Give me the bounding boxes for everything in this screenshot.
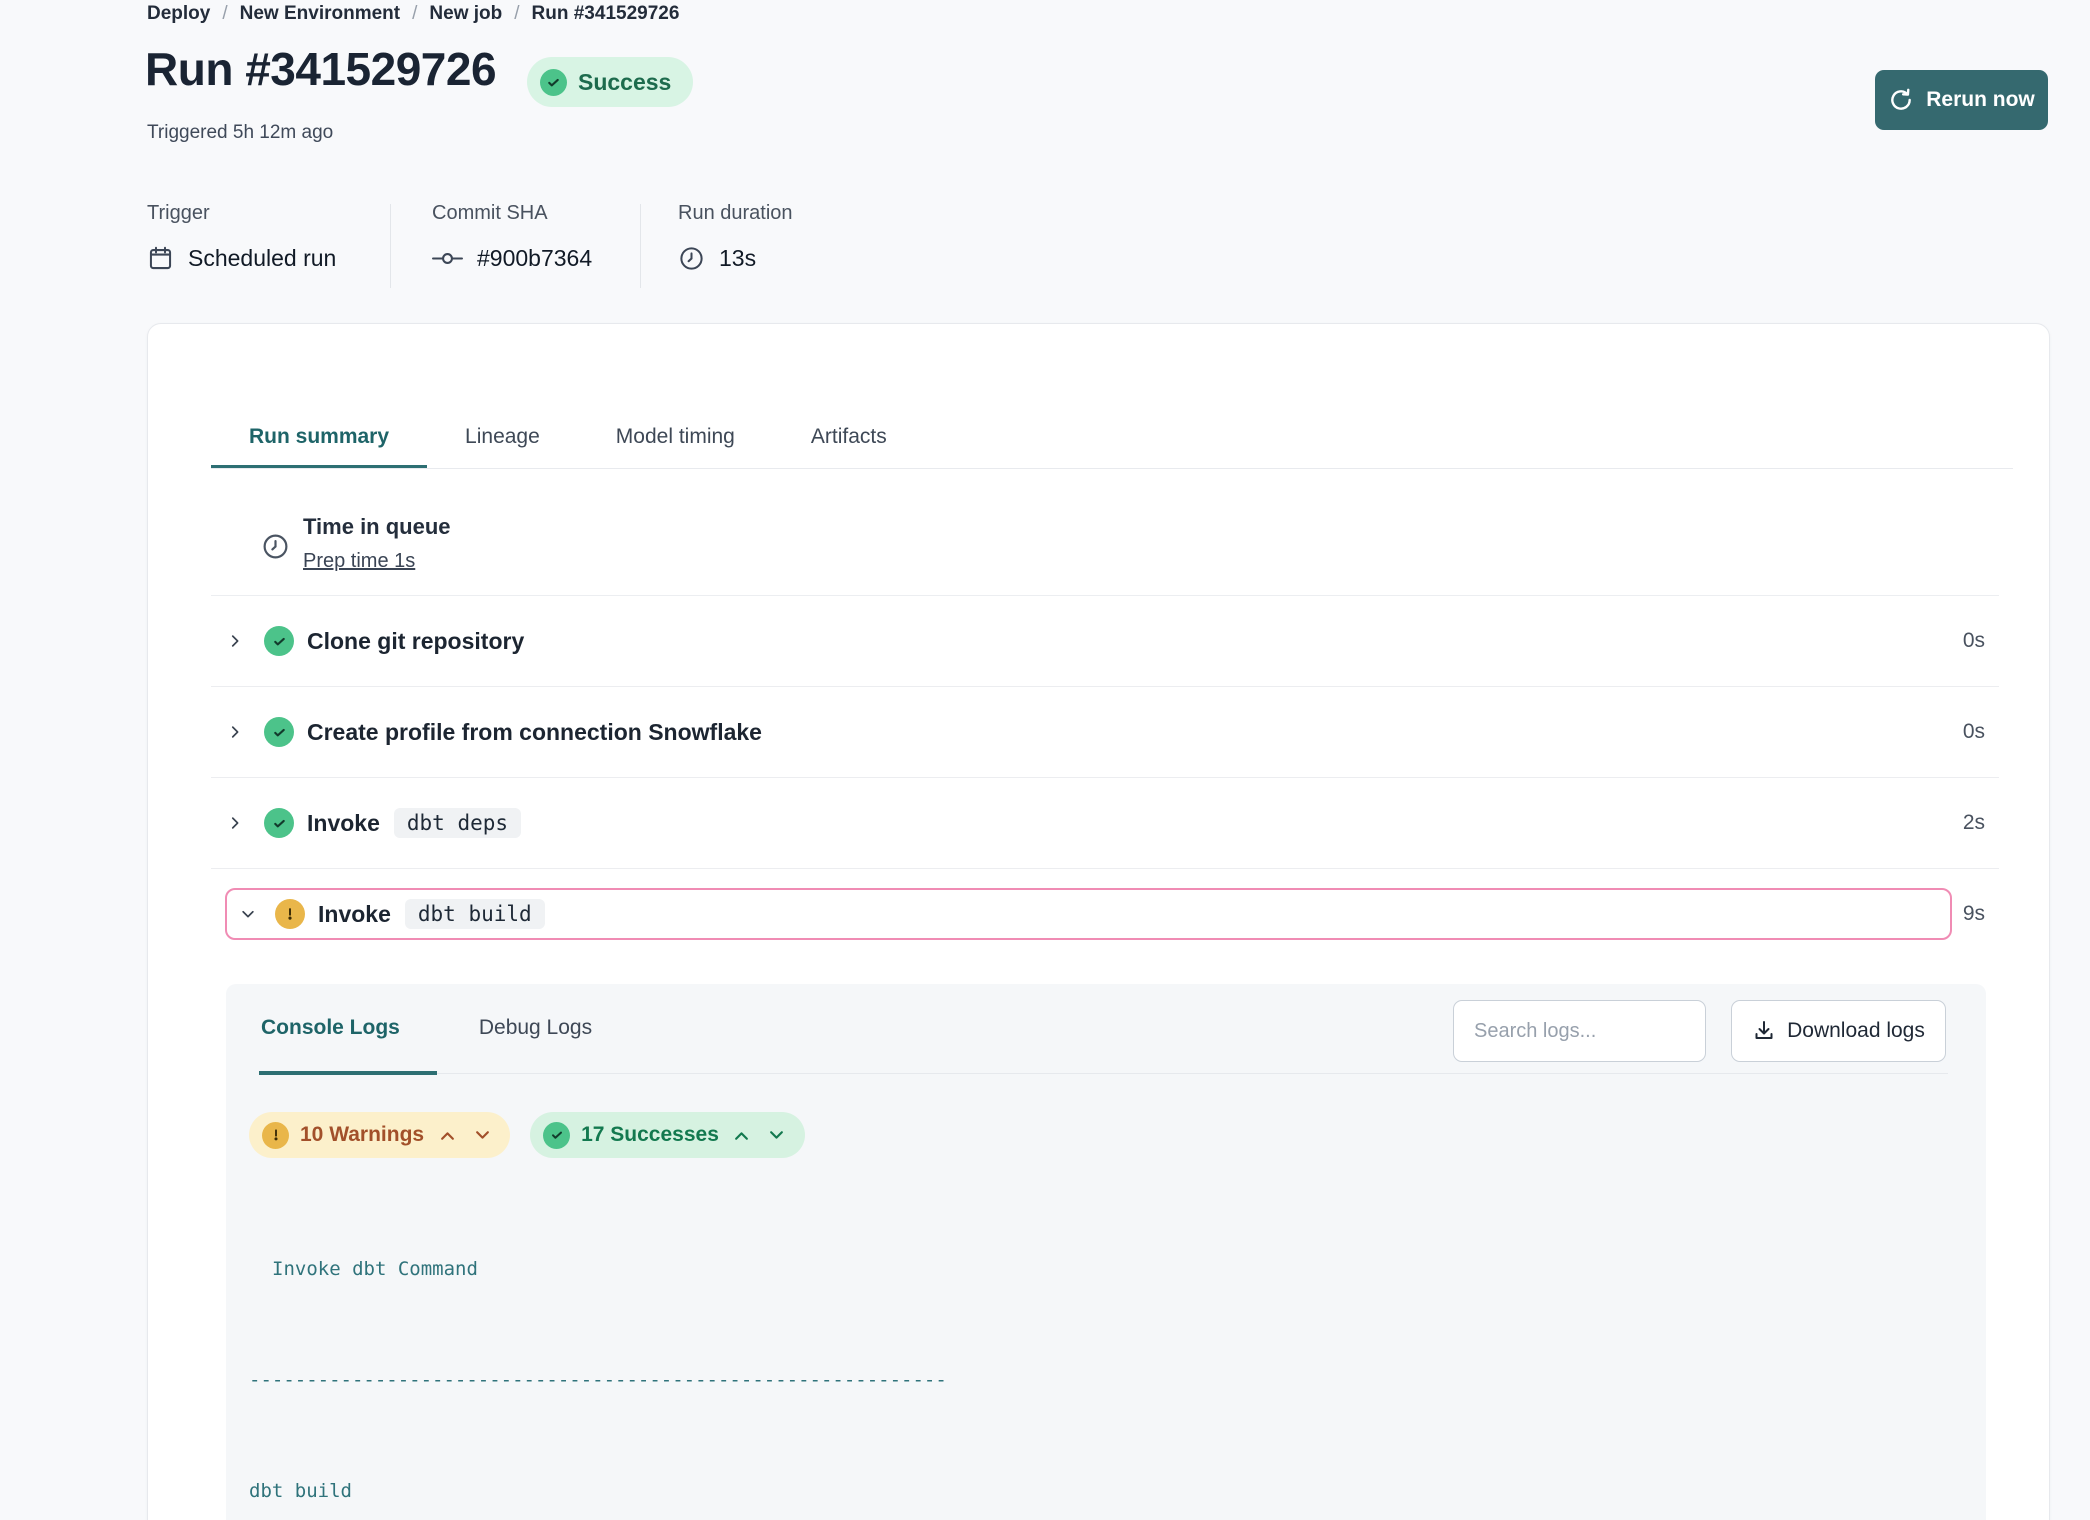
download-icon — [1752, 1019, 1776, 1043]
next-warning-button[interactable] — [470, 1123, 494, 1147]
clock-icon — [261, 532, 290, 566]
step-command-chip: dbt deps — [394, 808, 521, 838]
breadcrumb-separator: / — [514, 0, 519, 28]
run-steps-list: Clone git repository 0s Create profile f… — [211, 596, 1999, 981]
download-logs-button[interactable]: Download logs — [1731, 1000, 1946, 1062]
step-create-profile[interactable]: Create profile from connection Snowflake… — [211, 687, 1999, 778]
success-check-icon — [264, 808, 294, 838]
warning-icon — [275, 899, 305, 929]
warning-icon — [262, 1122, 289, 1149]
breadcrumb-separator: / — [412, 0, 417, 28]
prep-time-link[interactable]: Prep time 1s — [303, 550, 415, 573]
meta-duration: Run duration 13s — [678, 202, 793, 272]
step-title: Invoke — [307, 810, 380, 837]
rerun-icon — [1888, 87, 1914, 113]
duration-value: 13s — [719, 245, 756, 272]
breadcrumb-current-run: Run #341529726 — [532, 0, 680, 28]
commit-value: #900b7364 — [477, 245, 592, 272]
status-badge-label: Success — [578, 69, 671, 96]
tab-console-logs[interactable]: Console Logs — [259, 984, 437, 1075]
successes-badge-label: 17 Successes — [581, 1123, 719, 1147]
triggered-timestamp: Triggered 5h 12m ago — [147, 122, 333, 144]
step-clone-git-repository[interactable]: Clone git repository 0s — [211, 596, 1999, 687]
chevron-right-icon[interactable] — [226, 814, 244, 832]
chevron-right-icon[interactable] — [226, 632, 244, 650]
time-in-queue-title: Time in queue — [303, 514, 451, 540]
rerun-button-label: Rerun now — [1926, 88, 2035, 112]
calendar-icon — [147, 245, 174, 272]
time-in-queue-section: Time in queue Prep time 1s — [211, 474, 1999, 596]
meta-divider — [640, 204, 641, 288]
success-check-icon — [264, 626, 294, 656]
tab-debug-logs[interactable]: Debug Logs — [437, 984, 602, 1075]
step-title: Invoke — [318, 901, 391, 928]
tab-artifacts[interactable]: Artifacts — [773, 408, 925, 468]
step-title: Clone git repository — [307, 628, 524, 655]
warnings-badge[interactable]: 10 Warnings — [249, 1112, 510, 1158]
log-command-header: Invoke dbt Command — [249, 1251, 1941, 1288]
tab-lineage[interactable]: Lineage — [427, 408, 578, 468]
successes-badge[interactable]: 17 Successes — [530, 1112, 805, 1158]
run-tabs: Run summary Lineage Model timing Artifac… — [211, 408, 2013, 469]
meta-trigger: Trigger Scheduled run — [147, 202, 336, 272]
next-success-button[interactable] — [765, 1123, 789, 1147]
step-title: Create profile from connection Snowflake — [307, 719, 762, 746]
trigger-label: Trigger — [147, 202, 336, 225]
console-log-output: Invoke dbt Command ---------------------… — [249, 1177, 1941, 1520]
log-command-separator: ----------------------------------------… — [249, 1362, 1941, 1399]
success-check-icon — [540, 69, 567, 96]
warnings-badge-label: 10 Warnings — [300, 1123, 424, 1147]
meta-commit: Commit SHA #900b7364 — [432, 202, 592, 272]
success-check-icon — [264, 717, 294, 747]
previous-success-button[interactable] — [730, 1123, 754, 1147]
chevron-down-icon[interactable] — [239, 905, 257, 923]
rerun-now-button[interactable]: Rerun now — [1875, 70, 2048, 130]
tab-run-summary[interactable]: Run summary — [211, 408, 427, 468]
page-title: Run #341529726 — [145, 42, 496, 96]
step-duration: 2s — [1963, 811, 1999, 835]
logs-panel: Console Logs Debug Logs Download logs 10… — [226, 984, 1986, 1520]
duration-label: Run duration — [678, 202, 793, 225]
previous-warning-button[interactable] — [435, 1123, 459, 1147]
run-summary-card: Run summary Lineage Model timing Artifac… — [147, 323, 2050, 1520]
step-invoke-dbt-build-row[interactable]: Invoke dbt build — [225, 888, 1952, 940]
trigger-value: Scheduled run — [188, 245, 336, 272]
step-invoke-dbt-deps[interactable]: Invoke dbt deps 2s — [211, 778, 1999, 869]
breadcrumb-environment[interactable]: New Environment — [240, 0, 400, 28]
step-invoke-dbt-build: Invoke dbt build 9s — [211, 869, 1999, 981]
meta-divider — [390, 204, 391, 288]
breadcrumb-separator: / — [222, 0, 227, 28]
breadcrumb: Deploy / New Environment / New job / Run… — [147, 0, 679, 28]
breadcrumb-job[interactable]: New job — [429, 0, 502, 28]
chevron-right-icon[interactable] — [226, 723, 244, 741]
download-logs-label: Download logs — [1787, 1019, 1925, 1043]
search-logs-input[interactable] — [1453, 1000, 1706, 1062]
step-duration: 0s — [1963, 629, 1999, 653]
step-duration: 0s — [1963, 720, 1999, 744]
commit-label: Commit SHA — [432, 202, 592, 225]
commit-icon — [432, 251, 463, 266]
status-badge: Success — [527, 57, 693, 107]
step-command-chip: dbt build — [405, 899, 545, 929]
step-duration: 9s — [1963, 902, 1985, 926]
clock-icon — [678, 245, 705, 272]
success-check-icon — [543, 1122, 570, 1149]
run-detail-page: Deploy / New Environment / New job / Run… — [0, 0, 2090, 1520]
tab-model-timing[interactable]: Model timing — [578, 408, 773, 468]
log-command: dbt build — [249, 1473, 1941, 1510]
log-filter-badges: 10 Warnings 17 Successes — [249, 1112, 805, 1158]
breadcrumb-deploy[interactable]: Deploy — [147, 0, 210, 28]
